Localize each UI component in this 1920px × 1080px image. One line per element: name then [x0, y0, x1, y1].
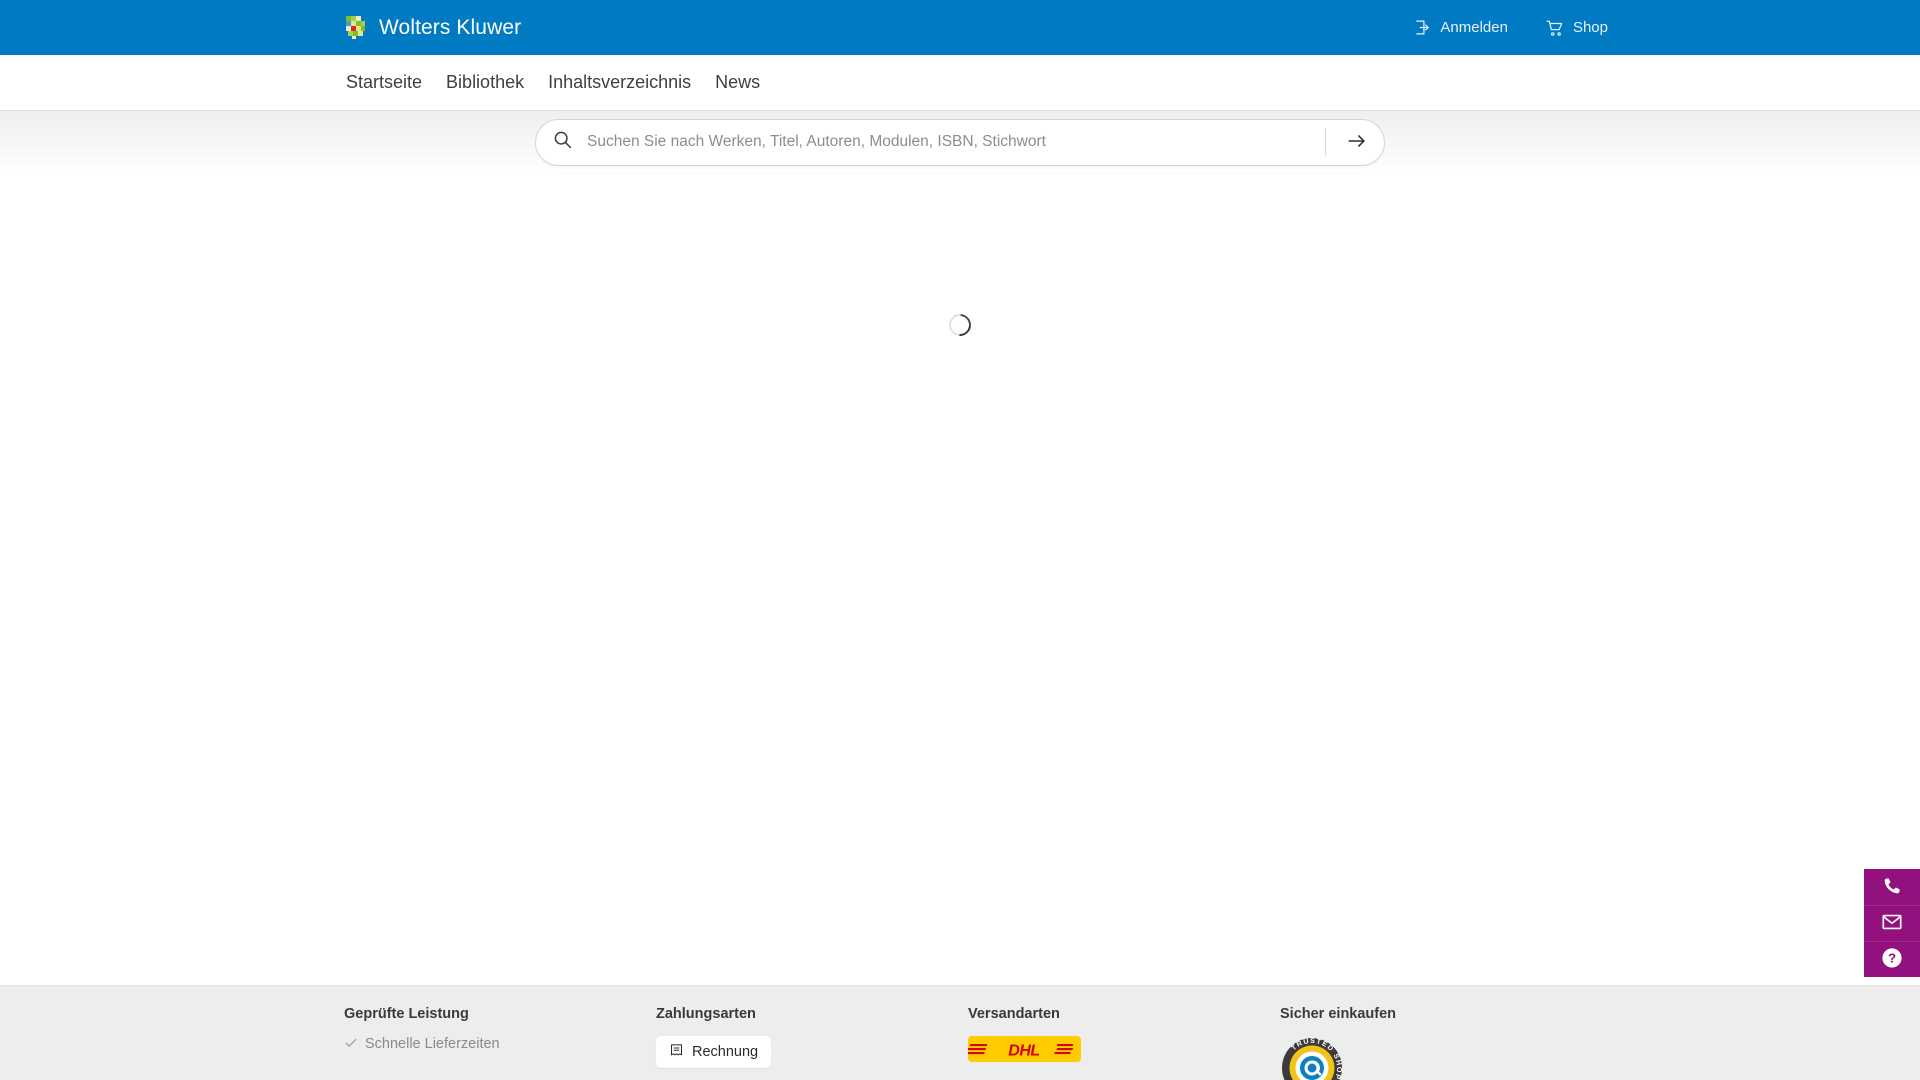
loading-indicator [0, 309, 1920, 341]
brand-logo-link[interactable]: Wolters Kluwer [344, 15, 521, 40]
payment-badge-rechnung[interactable]: Rechnung [656, 1035, 772, 1068]
shop-link[interactable]: Shop [1546, 19, 1608, 37]
help-question-icon: ? [1881, 947, 1903, 972]
footer-service-item-label: Schnelle Lieferzeiten [365, 1036, 500, 1052]
search-form [535, 118, 1385, 166]
footer-column-trust: Sicher einkaufen TRUSTED SHOPS [1280, 1007, 1592, 1080]
main-navigation: Startseite Bibliothek Inhaltsverzeichnis… [0, 55, 1920, 111]
help-contact-button[interactable]: ? [1864, 941, 1920, 977]
footer-title-trust: Sicher einkaufen [1280, 1006, 1397, 1022]
footer-column-shipping: Versandarten DHL [968, 1007, 1280, 1062]
footer-column-payment: Zahlungsarten Rechnung [656, 1007, 968, 1068]
nav-item-startseite[interactable]: Startseite [344, 68, 424, 98]
brand-name-text: Wolters Kluwer [379, 16, 522, 39]
footer-title-payment: Zahlungsarten [656, 1006, 756, 1022]
loading-spinner-icon [944, 309, 976, 341]
search-submit-button[interactable] [1336, 121, 1378, 163]
phone-icon [1882, 876, 1902, 899]
site-footer: Geprüfte Leistung Schnelle Lieferzeiten … [0, 985, 1920, 1080]
main-content-area [0, 174, 1920, 954]
page-root: Wolters Kluwer Anmelden Shop Startseite … [0, 0, 1920, 1080]
footer-title-shipping: Versandarten [968, 1006, 1060, 1022]
checkmark-icon [344, 1036, 358, 1054]
nav-item-bibliothek[interactable]: Bibliothek [444, 68, 526, 98]
shopping-cart-icon [1546, 19, 1564, 37]
footer-title-service: Geprüfte Leistung [344, 1006, 469, 1022]
login-link[interactable]: Anmelden [1414, 19, 1508, 36]
floating-contact-buttons: ? [1864, 869, 1920, 977]
top-utility-bar: Wolters Kluwer Anmelden Shop [0, 0, 1920, 55]
svg-text:DHL: DHL [1008, 1042, 1039, 1059]
payment-badge-label: Rechnung [692, 1043, 759, 1060]
footer-service-item: Schnelle Lieferzeiten [344, 1036, 656, 1054]
footer-column-service: Geprüfte Leistung Schnelle Lieferzeiten [344, 1007, 656, 1053]
login-label: Anmelden [1440, 19, 1508, 36]
nav-item-inhaltsverzeichnis[interactable]: Inhaltsverzeichnis [546, 68, 693, 98]
search-band [0, 111, 1920, 174]
shop-label: Shop [1572, 19, 1608, 36]
top-utility-links: Anmelden Shop [1414, 19, 1608, 37]
phone-contact-button[interactable] [1864, 869, 1920, 905]
envelope-icon [1881, 911, 1903, 936]
search-input[interactable] [587, 119, 1321, 165]
email-contact-button[interactable] [1864, 905, 1920, 941]
dhl-logo-icon: DHL [968, 1035, 1081, 1062]
wolters-kluwer-mosaic-logo-icon [344, 15, 369, 40]
nav-item-news[interactable]: News [713, 68, 762, 98]
search-icon [552, 129, 573, 155]
login-icon [1414, 19, 1431, 36]
svg-text:?: ? [1888, 951, 1896, 966]
arrow-right-icon [1346, 130, 1368, 155]
invoice-icon [669, 1043, 684, 1062]
search-divider [1325, 128, 1326, 156]
trusted-shops-badge-icon: TRUSTED SHOPS [1280, 1035, 1344, 1080]
